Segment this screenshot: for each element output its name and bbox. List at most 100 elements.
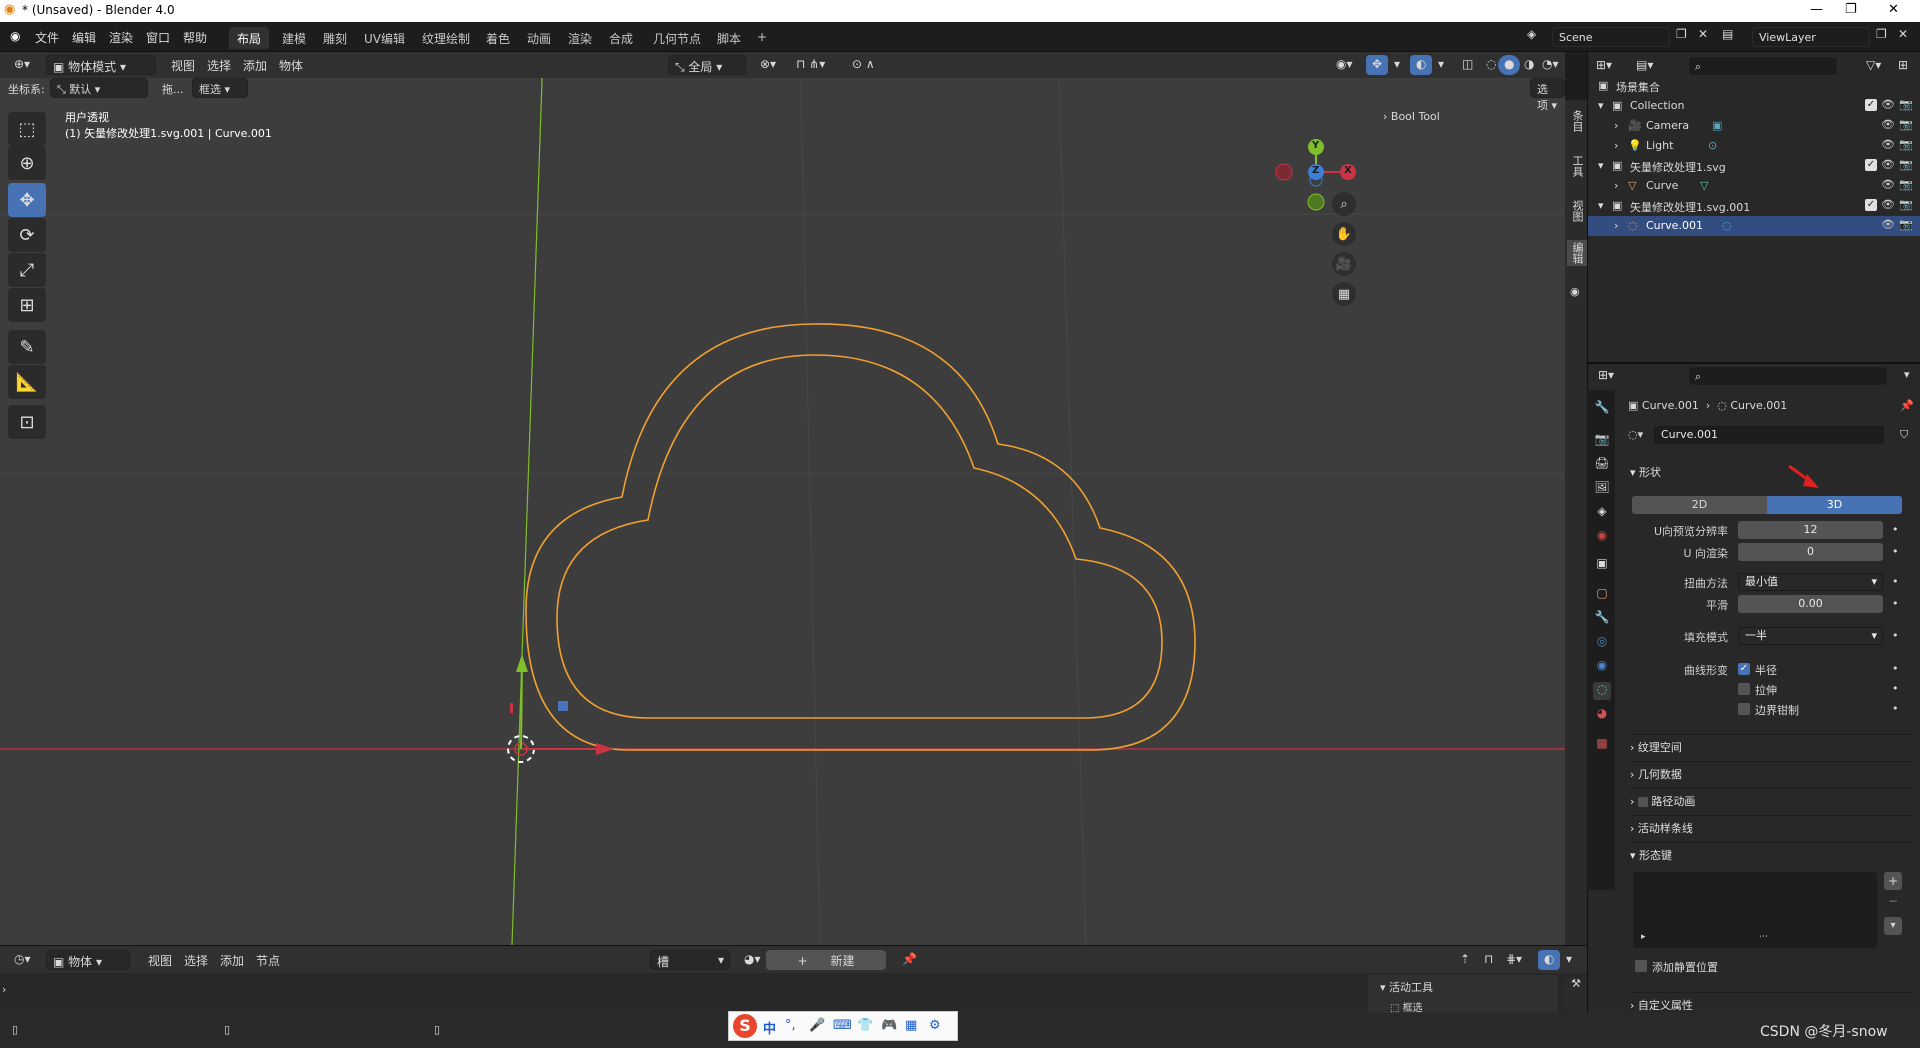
overlay-toggle-icon[interactable]: ◐ (1410, 55, 1433, 75)
eye-icon[interactable]: 👁 (1881, 138, 1895, 151)
datablock-type-icon[interactable]: ◌▾ (1628, 428, 1643, 441)
timeline-area[interactable]: › ▾ 活动工具 ⬚ 框选 ⚒ (0, 973, 1587, 1014)
shape-panel-header[interactable]: ▾ 形状 (1630, 464, 1912, 486)
keyframe-dot-icon[interactable]: • (1892, 629, 1899, 642)
texture-tab-icon[interactable]: ▩ (1593, 736, 1611, 754)
outliner-row-curve001[interactable]: › ◌ Curve.001 ◌ 👁 📷 (1588, 216, 1920, 236)
gizmo-toggle-icon[interactable]: ✥ (1366, 55, 1389, 75)
render-camera-icon[interactable]: 📷 (1899, 118, 1913, 131)
physics-tab-icon[interactable]: ◉ (1593, 658, 1611, 676)
menu-render[interactable]: 渲染 (109, 29, 133, 46)
geometry-panel-header[interactable]: › 几何数据 (1630, 761, 1912, 783)
expand-arrow-icon[interactable]: › (1614, 119, 1618, 132)
remove-shape-key-button[interactable]: − (1884, 892, 1902, 910)
delete-view-layer-icon[interactable]: ✕ (1898, 27, 1908, 41)
expand-arrow-icon[interactable]: › (1614, 179, 1618, 192)
outliner-row-collection[interactable]: ▾ ▣ Collection ✓ 👁 📷 (1588, 96, 1920, 116)
slot-dropdown[interactable]: 槽 ▾ (650, 950, 730, 970)
blender-menu-icon[interactable]: ◉ (10, 29, 20, 43)
rendered-shading-icon[interactable]: ◔▾ (1536, 55, 1565, 75)
delete-scene-icon[interactable]: ✕ (1698, 27, 1708, 41)
expand-arrow-icon[interactable]: › (1614, 139, 1618, 152)
material-tab-icon[interactable]: ◕ (1593, 706, 1611, 724)
tab-sculpting[interactable]: 雕刻 (315, 27, 355, 49)
tab-modeling[interactable]: 建模 (274, 27, 314, 49)
material-browse-icon[interactable]: ◕▾ (738, 950, 767, 970)
pan-hand-icon[interactable]: ✋ (1332, 222, 1356, 246)
outliner-row-camera[interactable]: › 🎥 Camera ▣ 👁 📷 (1588, 116, 1920, 136)
curve-data-tab-icon[interactable]: ◌ (1593, 682, 1611, 700)
dim-2d-button[interactable]: 2D (1632, 496, 1767, 514)
mode-dropdown[interactable]: ▣ 物体模式 ▾ (46, 55, 156, 75)
tab-edit[interactable]: 编辑 (1567, 240, 1587, 266)
texture-space-panel-header[interactable]: › 纹理空间 (1630, 734, 1912, 756)
tab-animation[interactable]: 动画 (519, 27, 559, 49)
particles-tab-icon[interactable]: ◎ (1593, 634, 1611, 652)
filter-icon[interactable]: ▽▾ (1866, 58, 1881, 72)
dim-3d-button[interactable]: 3D (1767, 496, 1902, 514)
timeline-menu-add[interactable]: 添加 (214, 950, 250, 970)
active-tool-header[interactable]: ▾ 活动工具 (1380, 979, 1433, 995)
custom-properties-panel-header[interactable]: › 自定义属性 (1630, 992, 1912, 1014)
outliner-row-scene-collection[interactable]: ▣ 场景集合 (1588, 76, 1920, 96)
pin-icon[interactable]: 📌 (896, 950, 923, 970)
menu-select[interactable]: 选择 (201, 55, 237, 75)
active-spline-panel-header[interactable]: › 活动样条线 (1630, 815, 1912, 837)
menu-view[interactable]: 视图 (165, 55, 201, 75)
twist-method-dropdown[interactable]: 最小值 ▾ (1738, 573, 1883, 591)
ime-game-icon[interactable]: 🎮 (881, 1018, 897, 1033)
minimize-icon[interactable]: — (1810, 2, 1823, 17)
bounds-clamp-checkbox[interactable] (1738, 703, 1750, 715)
sogou-logo-icon[interactable]: S (733, 1014, 757, 1038)
snap-magnet-icon[interactable]: ⊓ (1478, 950, 1499, 970)
outliner[interactable]: ⊞▾ ▤▾ ⌕ ▽▾ ⊞ ▣ 场景集合 ▾ ▣ Collection ✓ 👁 📷… (1587, 52, 1920, 362)
smooth-field[interactable]: 0.00 (1738, 595, 1883, 613)
tab-compositing[interactable]: 合成 (601, 27, 641, 49)
measure-tool[interactable]: 📐 (8, 365, 46, 399)
modifier-tab-icon[interactable]: 🔧 (1593, 610, 1611, 628)
expand-arrow-icon[interactable]: ▾ (1598, 159, 1604, 172)
overlay-dropdown-icon[interactable]: ▾ (1560, 950, 1578, 970)
menu-file[interactable]: 文件 (35, 29, 59, 46)
tab-texture-paint[interactable]: 纹理绘制 (414, 27, 478, 49)
render-camera-icon[interactable]: 📷 (1899, 98, 1913, 111)
world-tab-icon[interactable]: ◉ (1593, 528, 1611, 546)
eye-icon[interactable]: 👁 (1881, 198, 1895, 211)
overlay-toggle-icon[interactable]: ◐ (1538, 950, 1561, 970)
fill-mode-dropdown[interactable]: 一半 ▾ (1738, 627, 1883, 645)
object-tab-icon[interactable]: ▢ (1593, 586, 1611, 604)
render-camera-icon[interactable]: 📷 (1899, 198, 1913, 211)
output-tab-icon[interactable]: 🖨 (1593, 456, 1611, 474)
select-box-tool[interactable]: ⬚ (8, 112, 46, 146)
shape-key-specials-button[interactable]: ▾ (1884, 917, 1902, 935)
keyframe-dot-icon[interactable]: • (1892, 575, 1899, 588)
eye-icon[interactable]: 👁 (1881, 218, 1895, 231)
tab-tool[interactable]: 工具 (1569, 155, 1585, 177)
curve-data-icon[interactable]: ◌ (1722, 219, 1732, 232)
ime-chinese-mode[interactable]: 中 (763, 1018, 776, 1037)
stretch-checkbox[interactable] (1738, 683, 1750, 695)
tab-geometry-nodes[interactable]: 几何节点 (645, 27, 709, 49)
menu-help[interactable]: 帮助 (183, 29, 207, 46)
eye-icon[interactable]: 👁 (1881, 178, 1895, 191)
nav-gizmo-x-label[interactable]: X (1344, 165, 1352, 176)
fake-user-shield-icon[interactable]: ⛉ (1900, 428, 1908, 442)
keyframe-dot-icon[interactable]: • (1892, 523, 1899, 536)
expand-arrow-icon[interactable]: ▾ (1598, 199, 1604, 212)
timeline-menu-view[interactable]: 视图 (142, 950, 178, 970)
3d-viewport[interactable]: Y X Z 用户透视 (1) 矢量修改处理1.svg.001 | Curve.0… (0, 52, 1565, 945)
nav-gizmo-z-label[interactable]: Z (1312, 165, 1319, 176)
close-icon[interactable]: ✕ (1888, 2, 1899, 17)
transform-orientation-dropdown[interactable]: ⤡ 全局 ▾ (668, 55, 746, 75)
path-animation-panel-header[interactable]: › 路径动画 (1630, 788, 1912, 810)
keyframe-dot-icon[interactable]: • (1892, 682, 1899, 695)
add-workspace-button[interactable]: + (749, 27, 775, 49)
keyframe-dot-icon[interactable]: • (1892, 597, 1899, 610)
gizmo-dropdown-icon[interactable]: ▾ (1388, 55, 1406, 75)
menu-object[interactable]: 物体 (273, 55, 309, 75)
ime-skin-icon[interactable]: 👕 (857, 1018, 873, 1033)
new-collection-icon[interactable]: ⊞ (1898, 58, 1908, 72)
scene-tab-icon[interactable]: ◈ (1593, 504, 1611, 522)
select-mode-dropdown[interactable]: 框选 ▾ (192, 78, 248, 98)
visibility-icon[interactable]: ◉▾ (1330, 55, 1359, 75)
